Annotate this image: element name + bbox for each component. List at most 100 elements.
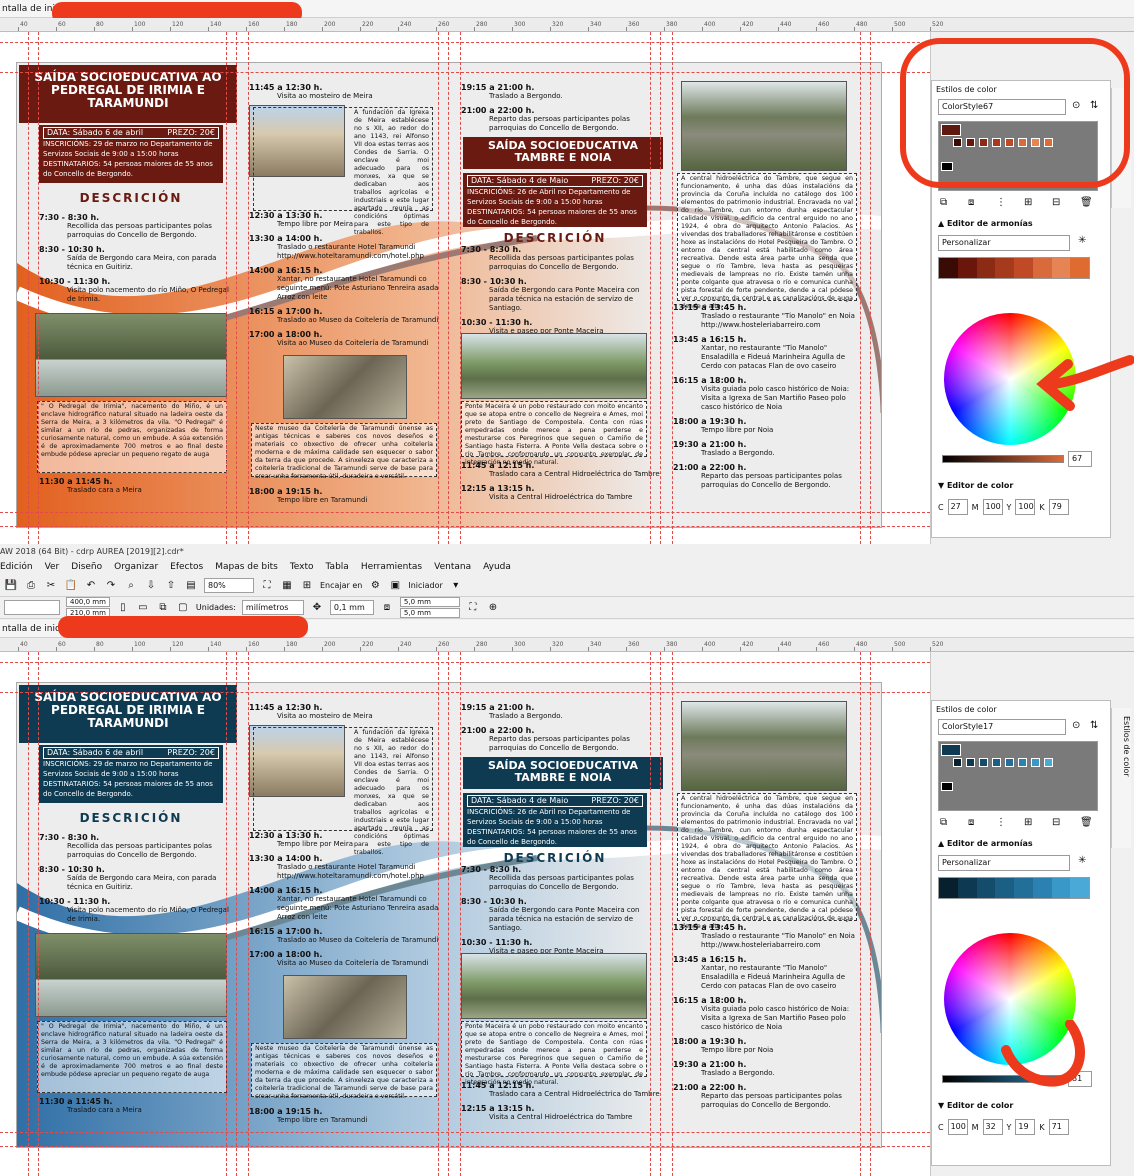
duplicate-x-field[interactable]: 5,0 mm [399,597,460,607]
save-icon[interactable]: 💾 [4,579,18,593]
harmony-swatch[interactable] [1014,878,1033,898]
snap-to-label[interactable]: Encajar en [320,581,362,590]
child-color-swatch[interactable] [979,758,988,767]
harmony-swatch[interactable] [976,258,996,278]
y-value-field[interactable]: 19 [1015,1119,1036,1135]
horizontal-ruler-bottom[interactable]: 40 60 80 100 120 140 160 180 200 220 240 260 280 300 3… [0,638,1134,652]
harmony-rule-select[interactable]: Personalizar [938,235,1070,251]
harmony-swatch[interactable] [1051,258,1071,278]
k-value-field[interactable]: 71 [1048,1119,1069,1135]
paste-icon[interactable]: 📋 [64,579,78,593]
docker-tab-color-styles-bottom[interactable]: Estilos de color [1111,708,1131,848]
color-styles-list[interactable] [938,741,1098,811]
trash-icon[interactable]: 🗑 [1080,197,1093,208]
new-style-icon[interactable]: ⧉ [940,817,947,828]
harmony-swatch[interactable] [1070,878,1089,898]
duplicate-y-field[interactable]: 5,0 mm [399,608,460,618]
child-color-swatch[interactable] [1018,758,1027,767]
child-color-swatch[interactable] [953,758,962,767]
menu-item[interactable]: Organizar [114,562,158,572]
export-icon[interactable]: ⇧ [164,579,178,593]
menu-item[interactable]: Efectos [170,562,203,572]
child-color-swatch[interactable] [941,782,953,791]
c-value-field[interactable]: 27 [947,499,968,515]
horizontal-ruler[interactable]: 40 60 80 100 120 140 160 180 200 220 240 260 280 300 3… [0,18,1134,32]
menu-item[interactable]: Ver [45,562,60,572]
harmony-swatches[interactable] [938,877,1090,899]
harmony-swatch[interactable] [1070,258,1089,278]
harmony-swatch[interactable] [995,878,1014,898]
add-icon[interactable]: ⊕ [486,601,500,615]
menu-item[interactable]: Herramientas [361,562,422,572]
harmony-swatch[interactable] [939,258,958,278]
brightness-slider[interactable] [942,455,1064,463]
rulers-icon[interactable]: ⊞ [300,579,314,593]
fullscreen-icon[interactable]: ⛶ [260,579,274,593]
undo-icon[interactable]: ↶ [84,579,98,593]
split-icon[interactable]: ⋮ [996,817,1006,828]
import-icon[interactable]: ⇩ [144,579,158,593]
k-value-field[interactable]: 79 [1048,499,1069,515]
drawing-canvas-top[interactable]: SAÍDA SOCIOEDUCATIVA AO PEDREGAL DE IRIM… [0,32,930,544]
search-icon[interactable]: ⌕ [124,579,138,593]
menu-item[interactable]: Diseño [71,562,102,572]
brightness-value[interactable]: 67 [1068,451,1092,467]
landscape-icon[interactable]: ▭ [136,601,150,615]
harmony-swatch[interactable] [1032,258,1052,278]
page-width-field[interactable]: 400,0 mm [66,597,110,607]
drawing-canvas-bottom[interactable]: SAÍDA SOCIOEDUCATIVA AO PEDREGAL DE IRIM… [0,652,930,1176]
nudge-field[interactable]: 0,1 mm [329,600,374,615]
current-page-icon[interactable]: ▢ [176,601,190,615]
brochure-page-bottom[interactable]: SAÍDA SOCIOEDUCATIVA AO PEDREGAL DE IRIM… [16,682,882,1148]
menu-item[interactable]: Texto [290,562,314,572]
page-size-select[interactable] [4,600,60,615]
print-icon[interactable]: ⎙ [24,579,38,593]
split-icon[interactable]: ⋮ [996,197,1006,208]
units-select[interactable]: milímetros [241,600,304,615]
child-color-swatch[interactable] [1005,758,1014,767]
harmony-rule-select[interactable]: Personalizar [938,855,1070,871]
grid-icon[interactable]: ▦ [280,579,294,593]
menu-item[interactable]: Ayuda [483,562,511,572]
harmony-swatch[interactable] [1014,258,1033,278]
convert-icon[interactable]: ⊟ [1052,197,1060,208]
new-harmony-icon[interactable]: ⧈ [968,197,974,208]
chevron-down-icon[interactable]: ▾ [449,579,463,593]
child-color-swatch[interactable] [1044,758,1053,767]
zoom-select[interactable]: 80% [204,578,254,593]
new-style-icon[interactable]: ⧉ [940,197,947,208]
sort-icon[interactable]: ⇅ [1090,720,1098,731]
harmony-swatch[interactable] [1051,878,1071,898]
pdf-icon[interactable]: ▤ [184,579,198,593]
crop-icon[interactable]: ⛶ [466,601,480,615]
convert-icon[interactable]: ⊟ [1052,817,1060,828]
y-value-field[interactable]: 100 [1015,499,1036,515]
child-color-swatch[interactable] [992,758,1001,767]
redo-icon[interactable]: ↷ [104,579,118,593]
launcher-label[interactable]: Iniciador [408,581,442,590]
menu-item[interactable]: Edición [0,562,33,572]
gradient-icon[interactable]: ⊞ [1024,817,1032,828]
harmony-swatch[interactable] [995,258,1014,278]
cut-icon[interactable]: ✂ [44,579,58,593]
style-name-field[interactable]: ColorStyle17 [938,719,1066,735]
launcher-icon[interactable]: ▣ [388,579,402,593]
c-value-field[interactable]: 100 [947,1119,968,1135]
portrait-icon[interactable]: ▯ [116,601,130,615]
gradient-icon[interactable]: ⊞ [1024,197,1032,208]
m-value-field[interactable]: 100 [982,499,1003,515]
child-color-swatch[interactable] [966,758,975,767]
parent-color-swatch[interactable] [941,744,961,756]
menu-item[interactable]: Ventana [434,562,471,572]
child-color-swatch[interactable] [1031,758,1040,767]
trash-icon[interactable]: 🗑 [1080,817,1093,828]
harmony-swatch[interactable] [1032,878,1052,898]
harmony-swatch[interactable] [957,878,977,898]
all-pages-icon[interactable]: ⧉ [156,601,170,615]
harmony-swatch[interactable] [939,878,958,898]
harmony-swatches[interactable] [938,257,1090,279]
gear-icon[interactable]: ⚙ [368,579,382,593]
menu-item[interactable]: Mapas de bits [215,562,278,572]
new-harmony-icon[interactable]: ⧈ [968,817,974,828]
harmony-swatch[interactable] [957,258,977,278]
